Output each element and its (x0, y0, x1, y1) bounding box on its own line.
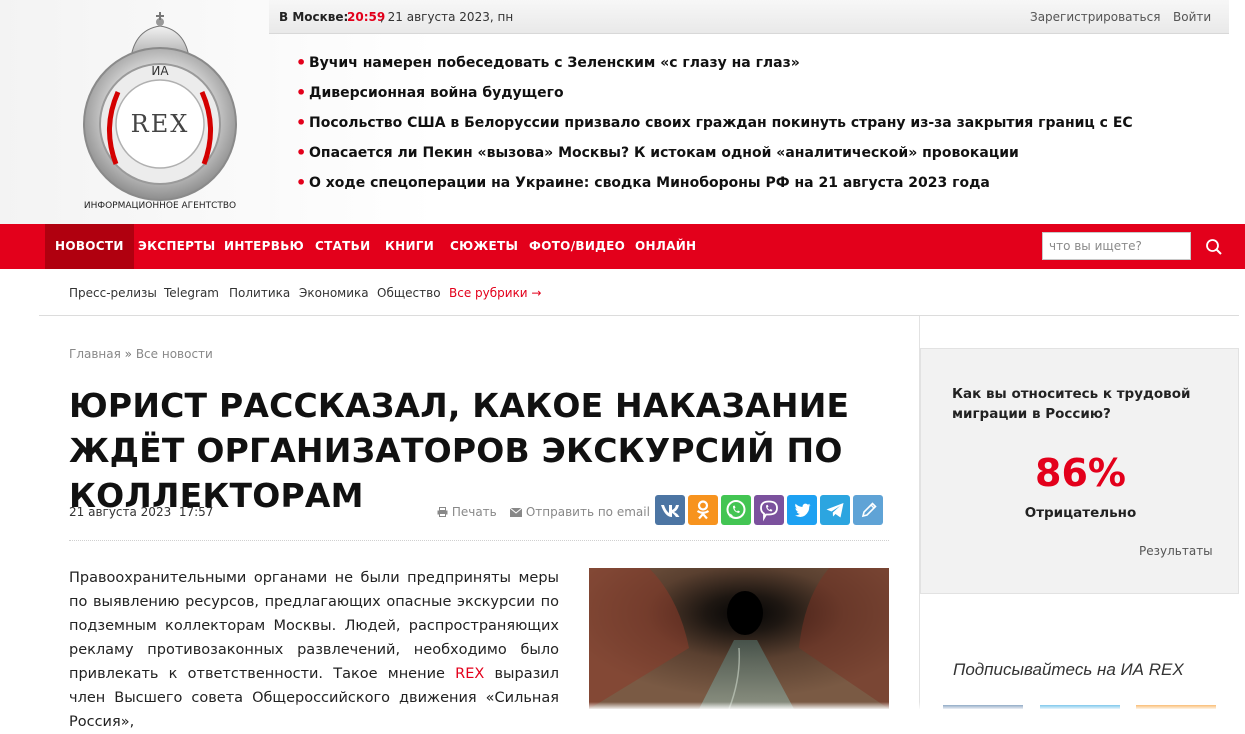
nav-item-news[interactable]: НОВОСТИ (45, 224, 134, 269)
search-input[interactable] (1042, 232, 1191, 260)
site-header: ИА REX ИНФОРМАЦИОННОЕ АГЕНТСТВО В Москве… (0, 0, 1245, 224)
send-email-label: Отправить по email (525, 505, 650, 519)
subnav-item-politics[interactable]: Политика (229, 286, 290, 300)
bottom-fade (0, 702, 1245, 709)
nav-item-interviews[interactable]: ИНТЕРВЬЮ (224, 224, 304, 269)
nav-item-online[interactable]: ОНЛАЙН (635, 224, 696, 269)
bullet-icon: • (296, 113, 307, 132)
nav-item-photo-video[interactable]: ФОТО/ВИДЕО (529, 224, 625, 269)
meta-divider (69, 540, 889, 541)
subscribe-heading: Подписывайтесь на ИА REX (953, 660, 1184, 679)
subnav-all-rubrics[interactable]: Все рубрики → (449, 286, 541, 300)
rex-link[interactable]: REX (455, 666, 484, 682)
bullet-icon: • (296, 173, 307, 192)
nav-item-books[interactable]: КНИГИ (385, 224, 434, 269)
share-telegram-button[interactable] (820, 495, 850, 525)
headline-link[interactable]: Посольство США в Белоруссии призвало сво… (309, 115, 1133, 131)
share-viber-button[interactable] (754, 495, 784, 525)
printer-icon (437, 507, 448, 517)
odnoklassniki-icon (696, 500, 710, 520)
headline-link[interactable]: Опасается ли Пекин «вызова» Москвы? К ис… (309, 145, 1019, 161)
breadcrumb: Главная » Все новости (69, 347, 213, 361)
subnav-item-press[interactable]: Пресс-релизы (69, 286, 157, 300)
pencil-icon (861, 502, 877, 518)
envelope-icon (509, 507, 523, 517)
print-label: Печать (451, 505, 497, 519)
city-label: В Москве: (279, 10, 349, 24)
article-photo[interactable] (589, 568, 889, 709)
logo-ia-text: ИА (151, 64, 169, 78)
breadcrumb-home[interactable]: Главная (69, 347, 121, 361)
rex-logo[interactable]: ИА REX ИНФОРМАЦИОННОЕ АГЕНТСТВО (72, 8, 248, 214)
print-button[interactable]: Печать (437, 505, 497, 519)
poll-answer: Отрицательно (1024, 505, 1137, 521)
share-livejournal-button[interactable] (853, 495, 883, 525)
telegram-icon (826, 503, 844, 518)
poll-percent: 86% (1035, 451, 1126, 495)
headline-item[interactable]: • Вучич намерен побеседовать с Зеленским … (296, 53, 1133, 85)
nav-item-experts[interactable]: ЭКСПЕРТЫ (138, 224, 215, 269)
headline-link[interactable]: Диверсионная война будущего (309, 85, 564, 101)
bullet-icon: • (296, 53, 307, 72)
breadcrumb-all-news[interactable]: Все новости (136, 347, 213, 361)
headline-item[interactable]: • Посольство США в Белоруссии призвало св… (296, 113, 1133, 145)
subnav-item-telegram[interactable]: Telegram (164, 286, 219, 300)
viber-icon (760, 500, 778, 522)
logo-caption: ИНФОРМАЦИОННОЕ АГЕНТСТВО (84, 201, 236, 211)
send-email-button[interactable]: Отправить по email (509, 505, 650, 519)
share-whatsapp-button[interactable] (721, 495, 751, 525)
register-link[interactable]: Зарегистрироваться (1030, 10, 1160, 24)
headline-item[interactable]: • Диверсионная война будущего (296, 83, 1133, 115)
poll-widget: Как вы относитесь к трудовой миграции в … (920, 348, 1239, 594)
login-link[interactable]: Войти (1173, 10, 1211, 24)
nav-item-articles[interactable]: СТАТЬИ (315, 224, 370, 269)
headline-link[interactable]: Вучич намерен побеседовать с Зеленским «… (309, 55, 800, 71)
nav-item-stories[interactable]: СЮЖЕТЫ (450, 224, 518, 269)
poll-results-link[interactable]: Результаты (1139, 544, 1213, 558)
share-ok-button[interactable] (688, 495, 718, 525)
top-headlines: • Вучич намерен побеседовать с Зеленским … (296, 53, 1133, 205)
twitter-icon (794, 503, 811, 517)
headline-link[interactable]: О ходе спецоперации на Украине: сводка М… (309, 175, 990, 191)
main-nav: НОВОСТИ ЭКСПЕРТЫ ИНТЕРВЬЮ СТАТЬИ КНИГИ С… (0, 224, 1245, 269)
share-twitter-button[interactable] (787, 495, 817, 525)
top-bar: В Москве: 20:59 , 21 августа 2023, пн За… (269, 0, 1229, 34)
search-icon[interactable] (1203, 236, 1225, 258)
headline-item[interactable]: • О ходе спецоперации на Украине: сводка … (296, 173, 1133, 205)
subnav-item-society[interactable]: Общество (377, 286, 441, 300)
vk-icon (661, 505, 680, 517)
subnav-item-economy[interactable]: Экономика (299, 286, 369, 300)
poll-question: Как вы относитесь к трудовой миграции в … (952, 386, 1191, 422)
whatsapp-icon (726, 500, 746, 519)
logo-rex-text: REX (131, 110, 190, 138)
current-date: , 21 августа 2023, пн (380, 10, 514, 24)
breadcrumb-separator: » (120, 347, 136, 361)
share-vk-button[interactable] (655, 495, 685, 525)
sub-nav: Пресс-релизы Telegram Политика Экономика… (39, 269, 1239, 316)
headline-item[interactable]: • Опасается ли Пекин «вызова» Москвы? К и… (296, 143, 1133, 175)
bullet-icon: • (296, 143, 307, 162)
article-datetime: 21 августа 2023 17:57 (69, 505, 214, 519)
bullet-icon: • (296, 83, 307, 102)
